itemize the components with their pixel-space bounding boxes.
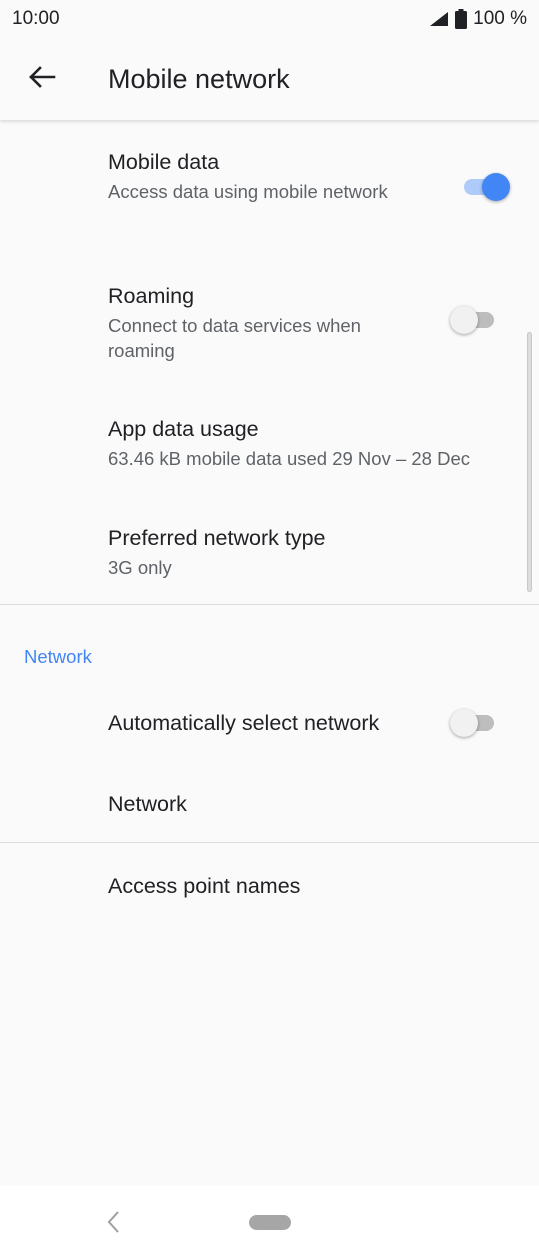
divider xyxy=(0,842,539,843)
app-data-usage-title: App data usage xyxy=(108,417,259,441)
mobile-data-subtitle: Access data using mobile network xyxy=(108,181,388,202)
network-item[interactable]: Network xyxy=(108,790,519,818)
chevron-left-icon xyxy=(100,1211,128,1240)
network-title: Network xyxy=(108,792,187,816)
app-data-usage-item[interactable]: App data usage 63.46 kB mobile data used… xyxy=(108,415,529,471)
back-button[interactable] xyxy=(0,38,84,120)
battery-icon xyxy=(455,9,468,29)
preferred-network-type-title: Preferred network type xyxy=(108,526,326,550)
status-icons: 100 % xyxy=(429,8,527,30)
preferred-network-type-item[interactable]: Preferred network type 3G only xyxy=(108,524,519,580)
network-section-header: Network xyxy=(24,646,92,667)
nav-home-button[interactable] xyxy=(249,1215,291,1230)
app-data-usage-subtitle: 63.46 kB mobile data used 29 Nov – 28 De… xyxy=(108,448,471,469)
navigation-bar xyxy=(0,1186,539,1258)
signal-icon xyxy=(429,11,449,27)
status-bar: 10:00 100 % xyxy=(0,0,539,38)
app-bar: Mobile network xyxy=(0,38,539,120)
roaming-subtitle: Connect to data services when roaming xyxy=(108,315,361,361)
nav-back-button[interactable] xyxy=(100,1208,128,1236)
access-point-names-item[interactable]: Access point names xyxy=(108,872,519,900)
settings-list: Mobile data Access data using mobile net… xyxy=(0,120,539,1186)
mobile-data-switch[interactable] xyxy=(460,172,510,202)
access-point-names-title: Access point names xyxy=(108,874,301,898)
battery-percent: 100 % xyxy=(473,8,527,29)
divider xyxy=(0,604,539,605)
status-time: 10:00 xyxy=(12,8,60,29)
mobile-data-item[interactable]: Mobile data Access data using mobile net… xyxy=(108,148,519,204)
auto-select-network-switch[interactable] xyxy=(450,708,500,738)
preferred-network-type-subtitle: 3G only xyxy=(108,557,172,578)
mobile-data-title: Mobile data xyxy=(108,150,220,174)
page-title: Mobile network xyxy=(108,63,290,94)
roaming-switch[interactable] xyxy=(450,305,500,335)
arrow-back-icon xyxy=(28,65,56,94)
scrollbar[interactable] xyxy=(527,332,532,592)
